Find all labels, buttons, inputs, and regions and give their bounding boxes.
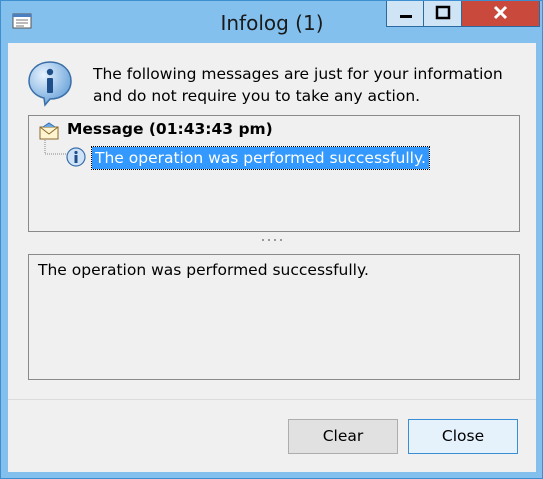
button-bar: Clear Close — [8, 399, 536, 472]
message-tree[interactable]: Message (01:43:43 pm) The operation was … — [28, 115, 520, 232]
infolog-window: Infolog (1) The following messages are j… — [0, 0, 543, 479]
minimize-button[interactable] — [386, 1, 424, 27]
window-title: Infolog (1) — [220, 11, 324, 35]
close-button[interactable]: Close — [408, 419, 518, 454]
infolog-app-icon — [12, 13, 32, 29]
panel-splitter[interactable] — [28, 232, 520, 252]
info-message-text: The following messages are just for your… — [93, 65, 503, 105]
info-icon — [66, 147, 86, 167]
tree-selected-message[interactable]: The operation was performed successfully… — [91, 146, 430, 170]
close-icon — [493, 5, 508, 20]
message-envelope-icon — [39, 122, 59, 140]
title-bar[interactable]: Infolog (1) — [1, 1, 542, 43]
maximize-button[interactable] — [424, 1, 462, 27]
detail-text: The operation was performed successfully… — [38, 261, 369, 279]
clear-button[interactable]: Clear — [288, 419, 398, 454]
maximize-icon — [435, 5, 451, 20]
grip-dots-icon — [262, 239, 282, 241]
dialog-body: The following messages are just for your… — [8, 43, 536, 472]
close-window-button[interactable] — [462, 1, 540, 27]
message-detail[interactable]: The operation was performed successfully… — [28, 254, 520, 380]
tree-root-label[interactable]: Message (01:43:43 pm) — [67, 120, 273, 138]
minimize-icon — [400, 15, 412, 18]
info-icon — [28, 61, 72, 107]
